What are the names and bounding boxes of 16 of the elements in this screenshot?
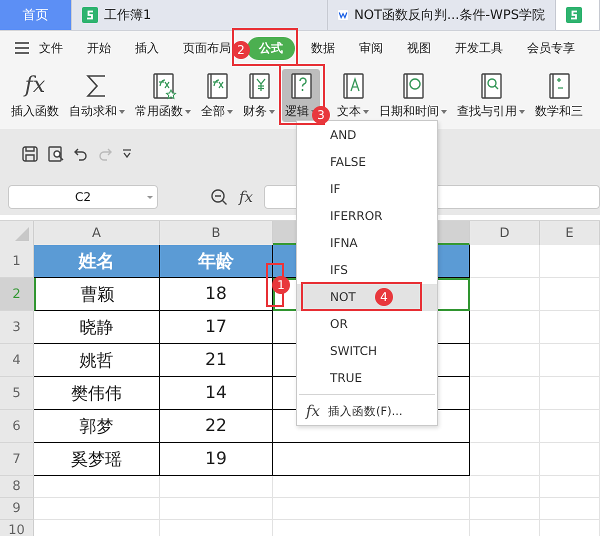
table-cell: 曹颖	[34, 278, 160, 311]
table-cell: 21	[160, 344, 273, 377]
table-cell: 18	[160, 278, 273, 311]
table-cell: 22	[160, 410, 273, 443]
table-cell: 19	[160, 443, 273, 476]
function-symbol: fx	[22, 72, 46, 100]
column-title: 姓名	[34, 245, 160, 278]
table-cell: 14	[160, 377, 273, 410]
table-cell: 姚哲	[34, 344, 160, 377]
function-symbol: fx	[304, 401, 322, 421]
table-cell: 郭梦	[34, 410, 160, 443]
column-title: 年龄	[160, 245, 273, 278]
table-cell: 17	[160, 311, 273, 344]
table-cell: 晓静	[34, 311, 160, 344]
table-cell: 奚梦瑶	[34, 443, 160, 476]
table-cell: 樊伟伟	[34, 377, 160, 410]
